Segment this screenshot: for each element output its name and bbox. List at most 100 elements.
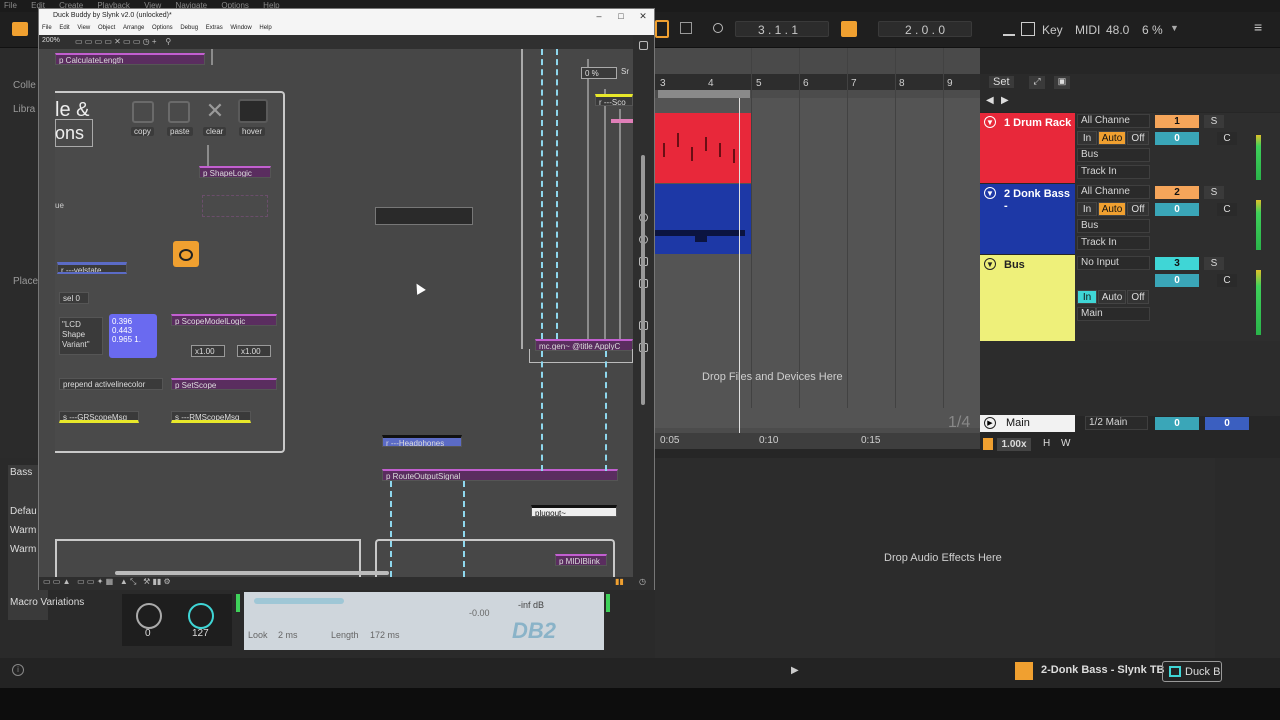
tempo-value[interactable]: 48.0 (1106, 23, 1129, 37)
max-menu-file[interactable]: File (42, 25, 52, 31)
track-2-solo[interactable]: S (1204, 186, 1224, 199)
main-output[interactable]: 1/2 Main (1085, 416, 1148, 430)
copy-label[interactable]: copy (131, 127, 154, 136)
cpu-dropdown-icon[interactable]: ▼ (1170, 23, 1179, 33)
maximize-icon[interactable]: □ (610, 9, 632, 23)
camera-icon[interactable] (173, 241, 199, 267)
track-3-pan[interactable]: C (1217, 274, 1237, 287)
obj-calculate-length[interactable]: p CalculateLength (55, 53, 205, 65)
track-2-output[interactable]: Bus (1077, 219, 1150, 233)
close-icon[interactable]: ✕ (632, 9, 654, 23)
track-2-activator[interactable]: 2 (1155, 186, 1199, 199)
warning-icon[interactable] (1015, 662, 1033, 680)
track-1-input[interactable]: All Channe (1077, 114, 1150, 128)
clear-icon[interactable]: ✕ (204, 100, 226, 123)
hover-label[interactable]: hover (239, 127, 266, 136)
track-2-monitor-in[interactable]: In (1077, 202, 1097, 216)
max-menu-window[interactable]: Window (230, 25, 251, 31)
quantize-display[interactable]: 1/4 (948, 414, 970, 432)
max-zoom[interactable]: 200% (42, 37, 60, 44)
set-button[interactable]: Set (989, 76, 1014, 88)
max-title-bar[interactable]: Duck Buddy by Slynk v2.0 (unlocked)* – □… (39, 9, 654, 23)
hover-icon[interactable] (238, 99, 268, 123)
play-arrow-icon[interactable]: ▶ (791, 665, 799, 676)
info-icon[interactable]: i (12, 664, 24, 676)
fold-icon[interactable]: ▼ (984, 187, 996, 199)
macro-knob-1[interactable] (136, 603, 162, 629)
macro-knob-2[interactable] (188, 603, 214, 629)
db2-look-value[interactable]: 2 ms (278, 630, 298, 640)
max-menu-help[interactable]: Help (259, 25, 271, 31)
slider-object[interactable] (375, 207, 473, 225)
status-track-name[interactable]: 2-Donk Bass - Slynk TB (1041, 664, 1164, 676)
key-map-button[interactable]: Key (1042, 23, 1063, 37)
keyboard-icon[interactable] (1021, 22, 1035, 36)
obj-prepend[interactable]: prepend activelinecolor (59, 378, 163, 390)
track-1-monitor-in[interactable]: In (1077, 131, 1097, 145)
preset-warm-1[interactable]: Warm (10, 525, 36, 536)
obj-headphones-receive[interactable]: r ---Headphones (382, 435, 462, 447)
track-1-solo[interactable]: S (1204, 115, 1224, 128)
track-1-activator[interactable]: 1 (1155, 115, 1199, 128)
expand-icon[interactable]: ⤢ (1029, 76, 1045, 89)
browser-toggle-icon[interactable] (12, 22, 28, 36)
db2-gain-value[interactable]: -0.00 (469, 608, 490, 618)
obj-scope-receive[interactable]: r ---Sco (595, 94, 633, 106)
capture-icon[interactable] (680, 22, 692, 34)
vertical-scrollbar[interactable] (641, 155, 645, 405)
main-track-header[interactable]: ▶ Main (980, 415, 1075, 432)
max-menu-options[interactable]: Options (152, 25, 173, 31)
copy-icon[interactable] (132, 101, 154, 123)
forward-arrow-icon[interactable]: ▶ (1001, 95, 1009, 106)
track-2-volume[interactable]: 0 (1155, 203, 1199, 216)
obj-route-output-signal[interactable]: p RouteOutputSignal (382, 469, 618, 481)
time-ruler[interactable] (655, 433, 980, 449)
track-3-monitor-auto[interactable]: Auto (1098, 290, 1126, 304)
main-pan[interactable]: 0 (1205, 417, 1249, 430)
max-menu-extras[interactable]: Extras (206, 25, 223, 31)
clock-icon[interactable]: ◷ (639, 577, 646, 586)
track-1-volume[interactable]: 0 (1155, 132, 1199, 145)
max-toolbar-icons[interactable]: ▭ ▭ ▭ ▭ ✕ ▭ ▭ ◷ + ⚲ (75, 37, 171, 46)
msg-values[interactable]: 0.396 0.443 0.965 1. (109, 314, 157, 358)
play-icon[interactable]: ▶ (984, 417, 996, 429)
track-1-output[interactable]: Bus (1077, 148, 1150, 162)
fold-icon[interactable]: ▼ (984, 258, 996, 270)
msg-lcd-shape-variant[interactable]: "LCD Shape Variant" (59, 317, 103, 355)
preset-warm-2[interactable]: Warm (10, 544, 36, 555)
h-button[interactable]: H (1043, 438, 1050, 449)
track-2-pan[interactable]: C (1217, 203, 1237, 216)
menu-file[interactable]: File (4, 1, 17, 10)
track-3-input[interactable]: No Input (1077, 256, 1150, 270)
obj-plugout[interactable]: plugout~ (531, 505, 617, 517)
db2-length-value[interactable]: 172 ms (370, 630, 400, 640)
obj-percent[interactable]: 0 % (581, 67, 617, 79)
beat-ruler[interactable] (655, 74, 980, 90)
zoom-value[interactable]: 1.00x (997, 438, 1031, 451)
max-menu-debug[interactable]: Debug (180, 25, 198, 31)
track-3-activator[interactable]: 3 (1155, 257, 1199, 270)
audio-effects-dropzone[interactable]: Drop Audio Effects Here (655, 458, 1215, 658)
status-device-button[interactable]: Duck B (1162, 661, 1222, 682)
fold-icon[interactable]: ▼ (984, 116, 996, 128)
donk-bass-clip[interactable] (655, 184, 751, 254)
clear-label[interactable]: clear (203, 127, 227, 136)
hamburger-menu-icon[interactable]: ≡ (1254, 19, 1262, 35)
track-3-output[interactable]: Main (1077, 307, 1150, 321)
track-1-monitor-off[interactable]: Off (1127, 131, 1149, 145)
obj-velstate-receive[interactable]: r ---velstate (57, 262, 127, 274)
track-1-output-channel[interactable]: Track In (1077, 165, 1150, 179)
track-3-solo[interactable]: S (1204, 257, 1224, 270)
obj-gr-scope-send[interactable]: s ---GRScopeMsg (59, 411, 139, 423)
track-2-monitor-off[interactable]: Off (1127, 202, 1149, 216)
max-menu-object[interactable]: Object (98, 25, 115, 31)
obj-multiplier-2[interactable]: x1.00 (237, 345, 271, 357)
paste-label[interactable]: paste (167, 127, 193, 136)
preset-default[interactable]: Defau (10, 506, 37, 517)
track-1-monitor-auto[interactable]: Auto (1098, 131, 1126, 145)
minimize-icon[interactable]: – (588, 9, 610, 23)
metronome-icon[interactable] (713, 23, 723, 33)
paste-icon[interactable] (168, 101, 190, 123)
max-menu-edit[interactable]: Edit (59, 25, 69, 31)
lock-icon[interactable]: ▣ (1054, 76, 1070, 89)
